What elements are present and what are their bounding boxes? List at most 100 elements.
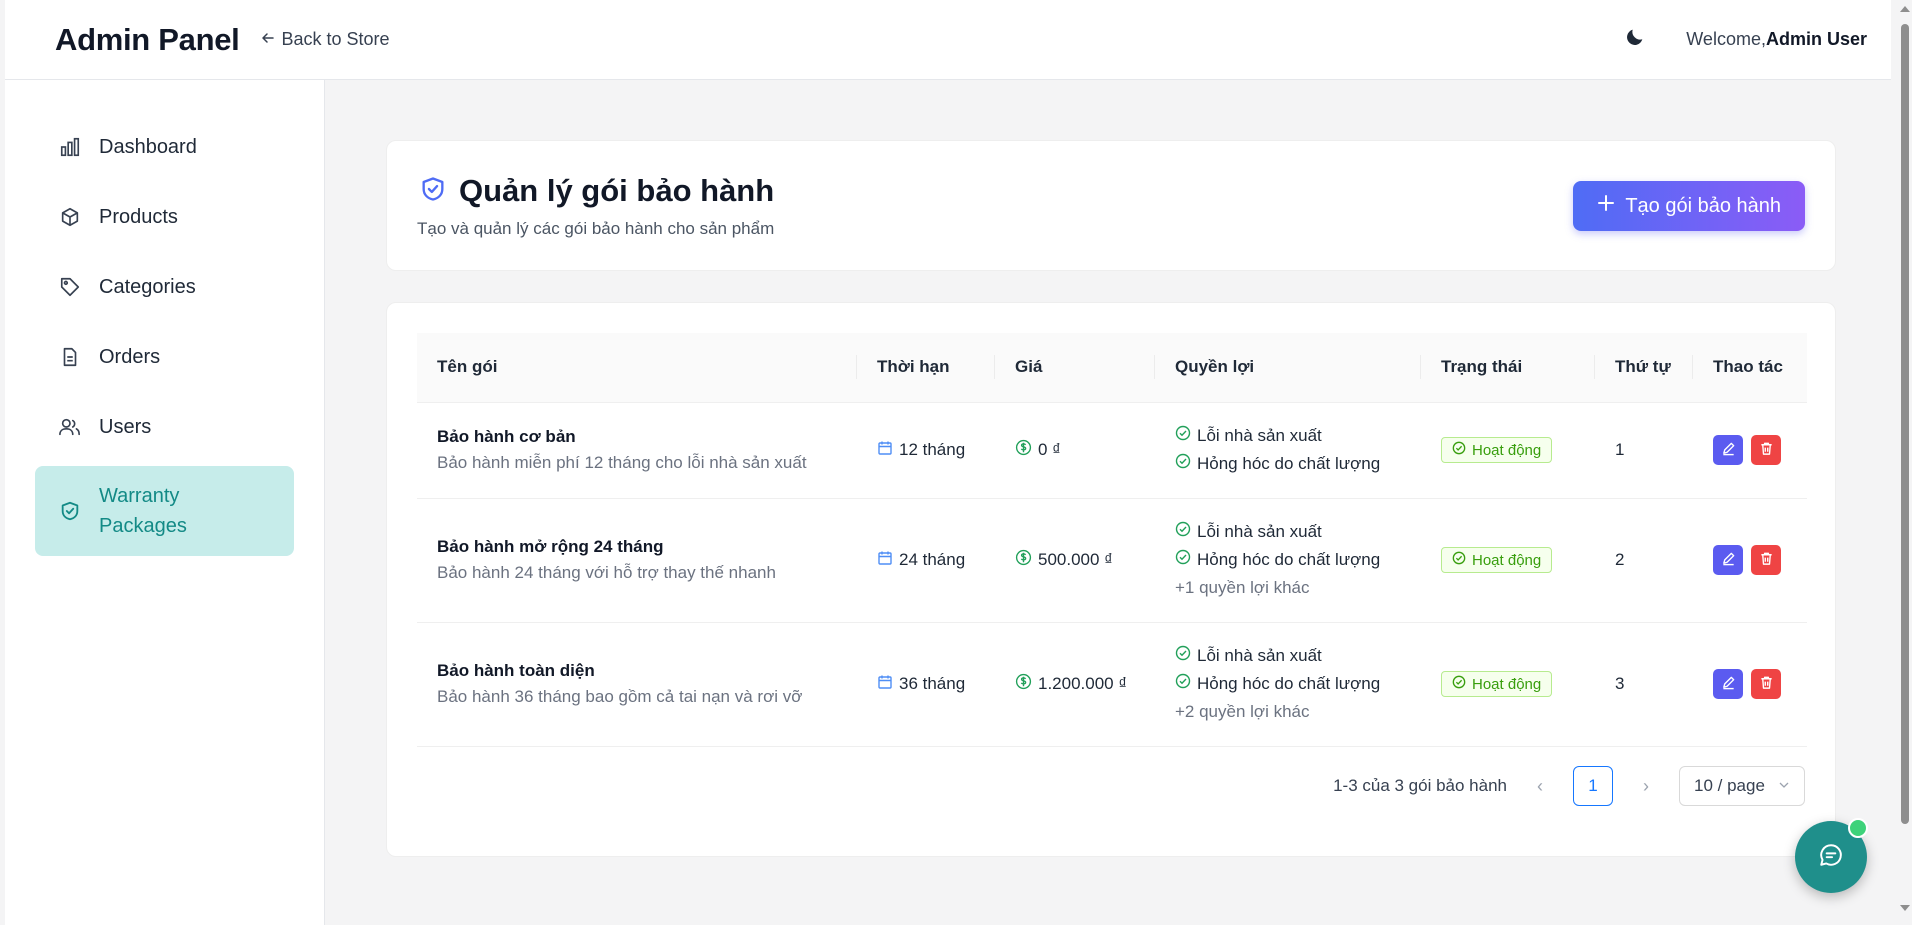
pagination: 1-3 của 3 gói bảo hành ‹ 1 › 10 / page bbox=[1333, 766, 1805, 806]
price-cell: 0 ₫ bbox=[995, 401, 1155, 498]
back-to-store-link[interactable]: Back to Store bbox=[261, 29, 390, 50]
column-header-duration: Thời hạn bbox=[857, 333, 995, 402]
column-header-name: Tên gói bbox=[417, 333, 857, 402]
sidebar-item-categories[interactable]: Categories bbox=[35, 256, 294, 318]
shield-check-icon bbox=[419, 175, 447, 208]
chevron-down-icon bbox=[1778, 776, 1790, 796]
delete-button[interactable] bbox=[1751, 435, 1781, 465]
check-circle-icon bbox=[1452, 675, 1466, 693]
duration-cell: 24 tháng bbox=[857, 497, 995, 622]
price-value: 500.000 ₫ bbox=[1038, 550, 1113, 569]
status-cell: Hoạt động bbox=[1421, 497, 1595, 622]
sidebar-item-label: Products bbox=[99, 205, 178, 228]
tag-icon bbox=[57, 274, 83, 300]
benefits-cell: Lỗi nhà sản xuất Hỏng hóc do chất lượng bbox=[1155, 401, 1421, 498]
delete-button[interactable] bbox=[1751, 669, 1781, 699]
page-scrollbar[interactable] bbox=[1897, 0, 1912, 925]
back-to-store-label: Back to Store bbox=[281, 29, 390, 49]
page-header-card: Quản lý gói bảo hành Tạo và quản lý các … bbox=[386, 140, 1836, 271]
package-name: Bảo hành mở rộng 24 tháng bbox=[437, 537, 664, 556]
sidebar-item-warranty-packages[interactable]: Warranty Packages bbox=[35, 466, 294, 556]
package-description: Bảo hành miễn phí 12 tháng cho lỗi nhà s… bbox=[437, 453, 807, 472]
scroll-down-arrow[interactable] bbox=[1900, 905, 1910, 911]
arrow-left-icon bbox=[261, 29, 275, 50]
sidebar-item-label: Warranty Packages bbox=[99, 485, 187, 537]
page-title: Quản lý gói bảo hành bbox=[459, 173, 775, 208]
actions-cell bbox=[1693, 401, 1807, 498]
warranty-table: Tên gói Thời hạn Giá Quyền lợi Trạng thá… bbox=[417, 333, 1807, 747]
column-header-order: Thứ tự bbox=[1595, 333, 1693, 402]
package-name-cell: Bảo hành mở rộng 24 tháng Bảo hành 24 th… bbox=[417, 497, 857, 622]
dollar-circle-icon bbox=[1015, 549, 1032, 571]
theme-toggle-button[interactable] bbox=[1620, 25, 1650, 55]
brand-title: Admin Panel bbox=[55, 21, 240, 57]
trash-icon bbox=[1759, 675, 1774, 693]
edit-button[interactable] bbox=[1713, 669, 1743, 699]
header-right: Welcome,Admin User bbox=[1620, 25, 1867, 55]
duration-value: 12 tháng bbox=[899, 440, 966, 459]
next-page-button[interactable]: › bbox=[1631, 776, 1661, 797]
delete-button[interactable] bbox=[1751, 545, 1781, 575]
price-value: 0 ₫ bbox=[1038, 440, 1061, 459]
admin-app: Admin Panel Back to Store Welcome,Admin … bbox=[0, 0, 1912, 925]
package-description: Bảo hành 36 tháng bao gồm cả tai nạn và … bbox=[437, 687, 803, 706]
scroll-up-arrow[interactable] bbox=[1900, 6, 1910, 12]
sidebar-item-dashboard[interactable]: Dashboard bbox=[35, 116, 294, 178]
chevron-left-icon: ‹ bbox=[1537, 775, 1543, 796]
sidebar-item-label: Categories bbox=[99, 275, 196, 298]
shield-check-icon bbox=[57, 498, 83, 524]
create-warranty-button[interactable]: Tạo gói bảo hành bbox=[1573, 181, 1805, 231]
page-subtitle: Tạo và quản lý các gói bảo hành cho sản … bbox=[417, 219, 775, 238]
status-badge: Hoạt động bbox=[1441, 547, 1553, 573]
order-cell: 2 bbox=[1595, 497, 1693, 622]
prev-page-button[interactable]: ‹ bbox=[1525, 776, 1555, 797]
sidebar-item-label: Dashboard bbox=[99, 135, 197, 158]
title-row: Quản lý gói bảo hành bbox=[419, 173, 774, 209]
online-status-dot bbox=[1848, 818, 1868, 838]
pencil-icon bbox=[1721, 441, 1736, 459]
sidebar-item-label: Users bbox=[99, 415, 152, 438]
chevron-right-icon: › bbox=[1643, 775, 1649, 796]
status-badge: Hoạt động bbox=[1441, 671, 1553, 697]
sidebar-item-users[interactable]: Users bbox=[35, 396, 294, 458]
create-warranty-label: Tạo gói bảo hành bbox=[1625, 194, 1781, 217]
calendar-icon bbox=[877, 550, 893, 571]
duration-cell: 36 tháng bbox=[857, 621, 995, 747]
check-circle-icon bbox=[1452, 551, 1466, 569]
trash-icon bbox=[1759, 551, 1774, 569]
duration-value: 24 tháng bbox=[899, 550, 966, 569]
check-circle-icon bbox=[1175, 670, 1191, 698]
benefit-item: Hỏng hóc do chất lượng bbox=[1197, 674, 1381, 693]
page-size-select[interactable]: 10 / page bbox=[1679, 766, 1805, 806]
trash-icon bbox=[1759, 441, 1774, 459]
benefit-item: Hỏng hóc do chất lượng bbox=[1197, 454, 1381, 473]
actions-cell bbox=[1693, 621, 1807, 747]
benefits-cell: Lỗi nhà sản xuất Hỏng hóc do chất lượng … bbox=[1155, 621, 1421, 747]
box-icon bbox=[57, 204, 83, 230]
status-cell: Hoạt động bbox=[1421, 401, 1595, 498]
page-number-button[interactable]: 1 bbox=[1573, 766, 1613, 806]
check-circle-icon bbox=[1175, 546, 1191, 574]
duration-cell: 12 tháng bbox=[857, 401, 995, 498]
edit-button[interactable] bbox=[1713, 435, 1743, 465]
benefit-item: Hỏng hóc do chất lượng bbox=[1197, 550, 1381, 569]
welcome-text: Welcome,Admin User bbox=[1686, 29, 1867, 50]
sidebar-item-label: Orders bbox=[99, 345, 161, 368]
actions-cell bbox=[1693, 497, 1807, 622]
sidebar-item-products[interactable]: Products bbox=[35, 186, 294, 248]
dollar-circle-icon bbox=[1015, 673, 1032, 695]
document-icon bbox=[57, 344, 83, 370]
edit-button[interactable] bbox=[1713, 545, 1743, 575]
package-name: Bảo hành cơ bản bbox=[437, 427, 576, 446]
sidebar-item-orders[interactable]: Orders bbox=[35, 326, 294, 388]
top-header: Admin Panel Back to Store Welcome,Admin … bbox=[5, 0, 1891, 80]
price-value: 1.200.000 ₫ bbox=[1038, 674, 1128, 693]
status-badge: Hoạt động bbox=[1441, 437, 1553, 463]
benefits-cell: Lỗi nhà sản xuất Hỏng hóc do chất lượng … bbox=[1155, 497, 1421, 622]
package-description: Bảo hành 24 tháng với hỗ trợ thay thế nh… bbox=[437, 563, 776, 582]
benefit-item: Lỗi nhà sản xuất bbox=[1197, 426, 1322, 445]
column-header-actions: Thao tác bbox=[1713, 357, 1783, 377]
chat-bubble-icon bbox=[1818, 842, 1844, 873]
table-row: Bảo hành toàn diện Bảo hành 36 tháng bao… bbox=[417, 621, 1807, 747]
scrollbar-thumb[interactable] bbox=[1901, 24, 1909, 824]
